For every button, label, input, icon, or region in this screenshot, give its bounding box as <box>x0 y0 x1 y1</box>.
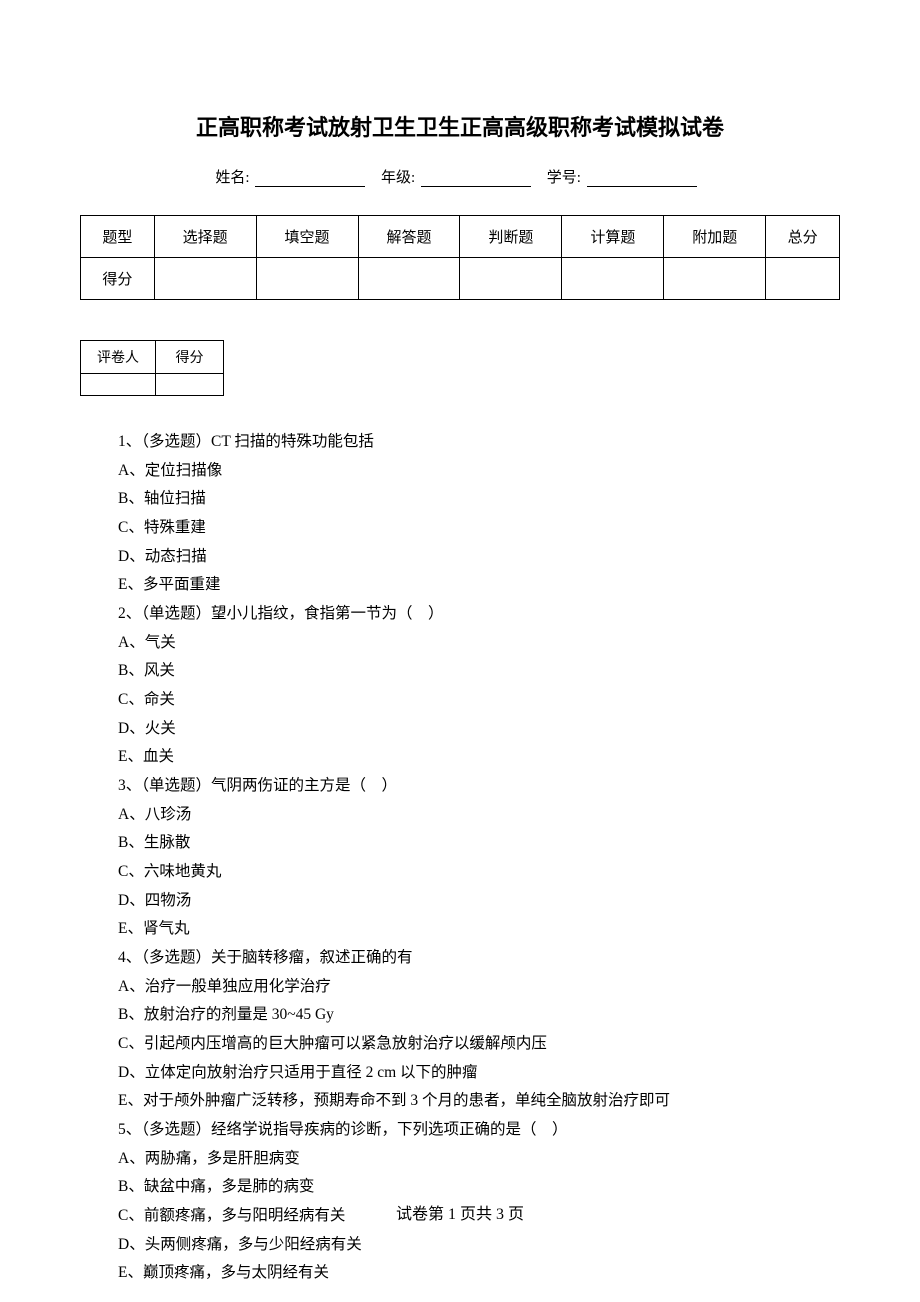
id-label: 学号: <box>547 170 581 186</box>
grader-score-cell[interactable] <box>156 374 224 396</box>
id-blank[interactable] <box>587 171 697 187</box>
score-row-label: 得分 <box>81 258 155 300</box>
score-header: 判断题 <box>460 216 562 258</box>
score-header: 计算题 <box>562 216 664 258</box>
grade-blank[interactable] <box>421 171 531 187</box>
question-line: E、巅顶疼痛，多与太阴经有关 <box>118 1259 840 1288</box>
score-header: 填空题 <box>256 216 358 258</box>
score-header: 题型 <box>81 216 155 258</box>
question-line: 5、（多选题）经络学说指导疾病的诊断，下列选项正确的是（ ） <box>118 1116 840 1145</box>
table-row <box>81 374 224 396</box>
score-cell[interactable] <box>256 258 358 300</box>
score-header: 总分 <box>766 216 840 258</box>
question-line: A、治疗一般单独应用化学治疗 <box>118 973 840 1002</box>
grader-score-label: 得分 <box>156 341 224 374</box>
question-line: D、头两侧疼痛，多与少阳经病有关 <box>118 1231 840 1260</box>
question-line: D、动态扫描 <box>118 543 840 572</box>
name-blank[interactable] <box>255 171 365 187</box>
question-line: B、缺盆中痛，多是肺的病变 <box>118 1173 840 1202</box>
question-line: E、多平面重建 <box>118 571 840 600</box>
score-cell[interactable] <box>766 258 840 300</box>
table-row: 题型 选择题 填空题 解答题 判断题 计算题 附加题 总分 <box>81 216 840 258</box>
question-line: 3、（单选题）气阴两伤证的主方是（ ） <box>118 772 840 801</box>
question-line: 2、（单选题）望小儿指纹，食指第一节为（ ） <box>118 600 840 629</box>
score-cell[interactable] <box>664 258 766 300</box>
question-line: A、八珍汤 <box>118 801 840 830</box>
question-line: A、定位扫描像 <box>118 457 840 486</box>
question-line: B、轴位扫描 <box>118 485 840 514</box>
question-line: B、放射治疗的剂量是 30~45 Gy <box>118 1001 840 1030</box>
reviewer-label: 评卷人 <box>81 341 156 374</box>
question-line: C、六味地黄丸 <box>118 858 840 887</box>
score-cell[interactable] <box>154 258 256 300</box>
question-line: C、特殊重建 <box>118 514 840 543</box>
score-cell[interactable] <box>562 258 664 300</box>
score-table: 题型 选择题 填空题 解答题 判断题 计算题 附加题 总分 得分 <box>80 215 840 300</box>
questions-block: 1、（多选题）CT 扫描的特殊功能包括 A、定位扫描像 B、轴位扫描 C、特殊重… <box>80 428 840 1288</box>
table-row: 得分 <box>81 258 840 300</box>
question-line: B、风关 <box>118 657 840 686</box>
question-line: A、两胁痛，多是肝胆病变 <box>118 1145 840 1174</box>
question-line: 1、（多选题）CT 扫描的特殊功能包括 <box>118 428 840 457</box>
question-line: D、立体定向放射治疗只适用于直径 2 cm 以下的肿瘤 <box>118 1059 840 1088</box>
score-header: 选择题 <box>154 216 256 258</box>
reviewer-cell[interactable] <box>81 374 156 396</box>
score-cell[interactable] <box>460 258 562 300</box>
score-cell[interactable] <box>358 258 460 300</box>
question-line: 4、（多选题）关于脑转移瘤，叙述正确的有 <box>118 944 840 973</box>
score-header: 附加题 <box>664 216 766 258</box>
grader-table: 评卷人 得分 <box>80 340 224 396</box>
question-line: E、对于颅外肿瘤广泛转移，预期寿命不到 3 个月的患者，单纯全脑放射治疗即可 <box>118 1087 840 1116</box>
exam-title: 正高职称考试放射卫生卫生正高高级职称考试模拟试卷 <box>80 110 840 142</box>
question-line: D、四物汤 <box>118 887 840 916</box>
page-footer: 试卷第 1 页共 3 页 <box>0 1200 920 1224</box>
question-line: A、气关 <box>118 629 840 658</box>
question-line: C、命关 <box>118 686 840 715</box>
name-label: 姓名: <box>215 170 249 186</box>
grade-label: 年级: <box>381 170 415 186</box>
question-line: E、肾气丸 <box>118 915 840 944</box>
question-line: C、引起颅内压增高的巨大肿瘤可以紧急放射治疗以缓解颅内压 <box>118 1030 840 1059</box>
score-header: 解答题 <box>358 216 460 258</box>
question-line: D、火关 <box>118 715 840 744</box>
table-row: 评卷人 得分 <box>81 341 224 374</box>
question-line: B、生脉散 <box>118 829 840 858</box>
question-line: E、血关 <box>118 743 840 772</box>
student-info-line: 姓名: 年级: 学号: <box>80 166 840 187</box>
